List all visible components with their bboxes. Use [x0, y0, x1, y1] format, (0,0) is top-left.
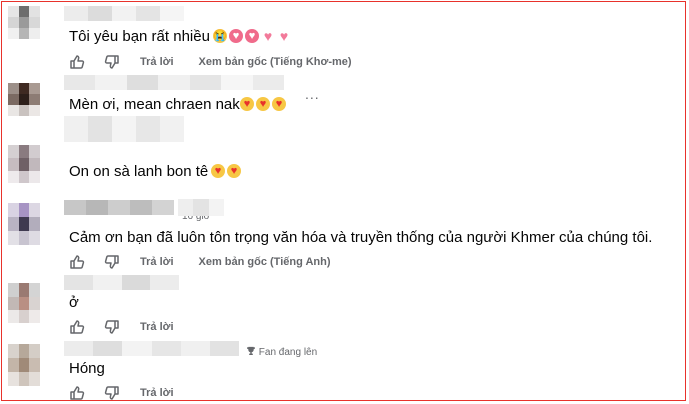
thumbs-down-icon[interactable] [104, 319, 120, 335]
comment-actions: Trả lời [69, 319, 174, 335]
author-name-blurred[interactable] [64, 116, 184, 142]
smiling-face-with-hearts-icon: ♥ [240, 97, 254, 111]
emoji-group: ♥ ♥ ♥ [240, 97, 286, 111]
thumbs-up-icon[interactable] [69, 254, 85, 270]
see-original-link[interactable]: Xem bản gốc (Tiếng Khơ-me) [199, 56, 352, 68]
thumbs-up-icon[interactable] [69, 54, 85, 70]
comment-text: On on sà lanh bon tê ♥ ♥ [69, 163, 241, 181]
comment-actions: Trả lời Xem bản gốc (Tiếng Khơ-me) [69, 54, 352, 70]
comment-text: Cảm ơn bạn đã luôn tôn trọng văn hóa và … [69, 229, 653, 246]
thumbs-up-icon[interactable] [69, 319, 85, 335]
reply-button[interactable]: Trả lời [140, 56, 174, 68]
comment-text: Hóng [69, 360, 105, 377]
comment-actions: Trả lời Xem bản gốc (Tiếng Anh) [69, 254, 331, 270]
thumbs-down-icon[interactable] [104, 54, 120, 70]
more-options-button[interactable]: ... [305, 86, 320, 102]
thumbs-down-icon[interactable] [104, 254, 120, 270]
reply-button[interactable]: Trả lời [140, 321, 174, 333]
crying-face-icon: 😭 [213, 29, 227, 43]
smiling-face-with-hearts-icon: ♥ [272, 97, 286, 111]
emoji-group: 😭 ♥ ♥ ♥ ♥ [213, 29, 291, 43]
reply-button[interactable]: Trả lời [140, 256, 174, 268]
trophy-icon [246, 346, 256, 355]
author-name-blurred[interactable] [64, 75, 284, 90]
comment-text: Tôi yêu bạn rất nhiều 😭 ♥ ♥ ♥ ♥ [69, 28, 288, 46]
rising-fan-badge[interactable]: Fan đang lên [246, 346, 317, 358]
comment-text: ở [69, 294, 79, 311]
heart-ribbon-icon: ♥ [245, 29, 259, 43]
heart-icon: ♥ [279, 28, 289, 44]
heart-ribbon-icon: ♥ [229, 29, 243, 43]
smiling-face-with-hearts-icon: ♥ [256, 97, 270, 111]
avatar[interactable] [8, 344, 40, 386]
comment-text: Mèn ơi, mean chraen nak ♥ ♥ ♥ [69, 96, 286, 114]
comments-panel: Tôi yêu bạn rất nhiều 😭 ♥ ♥ ♥ ♥ Trả lời … [1, 1, 686, 401]
author-name-blurred[interactable] [64, 341, 239, 356]
face-blowing-kiss-icon: ♥ [227, 164, 241, 178]
thumbs-up-icon[interactable] [69, 385, 85, 400]
author-name-blurred [178, 199, 224, 216]
heart-icon: ♥ [263, 28, 273, 44]
reply-button[interactable]: Trả lời [140, 387, 174, 399]
avatar[interactable] [8, 6, 40, 39]
author-name-blurred[interactable] [64, 275, 179, 290]
comment-actions: Trả lời [69, 385, 174, 400]
avatar[interactable] [8, 145, 40, 183]
avatar[interactable] [8, 83, 40, 116]
emoji-group: ♥ ♥ [211, 164, 241, 178]
thumbs-down-icon[interactable] [104, 385, 120, 400]
author-name-blurred[interactable] [64, 6, 184, 21]
avatar[interactable] [8, 283, 40, 323]
author-name-blurred[interactable] [64, 200, 174, 215]
face-blowing-kiss-icon: ♥ [211, 164, 225, 178]
see-original-link[interactable]: Xem bản gốc (Tiếng Anh) [199, 256, 331, 268]
avatar[interactable] [8, 203, 40, 245]
